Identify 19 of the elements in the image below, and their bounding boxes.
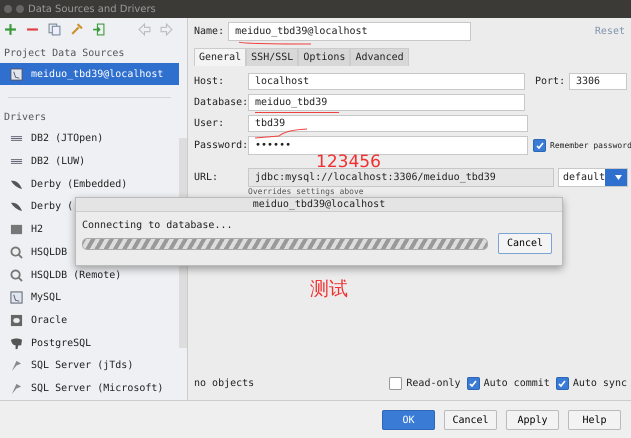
field-label: Password:: [194, 140, 248, 151]
field-label: URL:: [194, 172, 220, 183]
checkbox-label: Auto commit: [484, 378, 550, 389]
hint-text: Overrides settings above: [248, 188, 365, 196]
checkbox-label: Remember password: [550, 141, 631, 150]
dialog-title: meiduo_tbd39@localhost: [76, 198, 562, 212]
progress-message: Connecting to database...: [81, 219, 234, 231]
field-label: Database:: [194, 97, 248, 108]
field-label: Name:: [194, 26, 224, 37]
annotation-text: 测试: [310, 277, 348, 302]
field-label: Host:: [194, 76, 226, 87]
checkbox-label: Read-only: [406, 378, 461, 389]
field-label: User:: [194, 118, 226, 129]
field-label: Port:: [535, 76, 566, 87]
window-title: Data Sources and Drivers: [28, 4, 156, 14]
section-heading: Project Data Sources: [3, 46, 126, 61]
checkbox-label: Auto sync: [572, 378, 627, 389]
section-heading: Drivers: [3, 111, 48, 126]
status-text: no objects: [194, 378, 254, 389]
